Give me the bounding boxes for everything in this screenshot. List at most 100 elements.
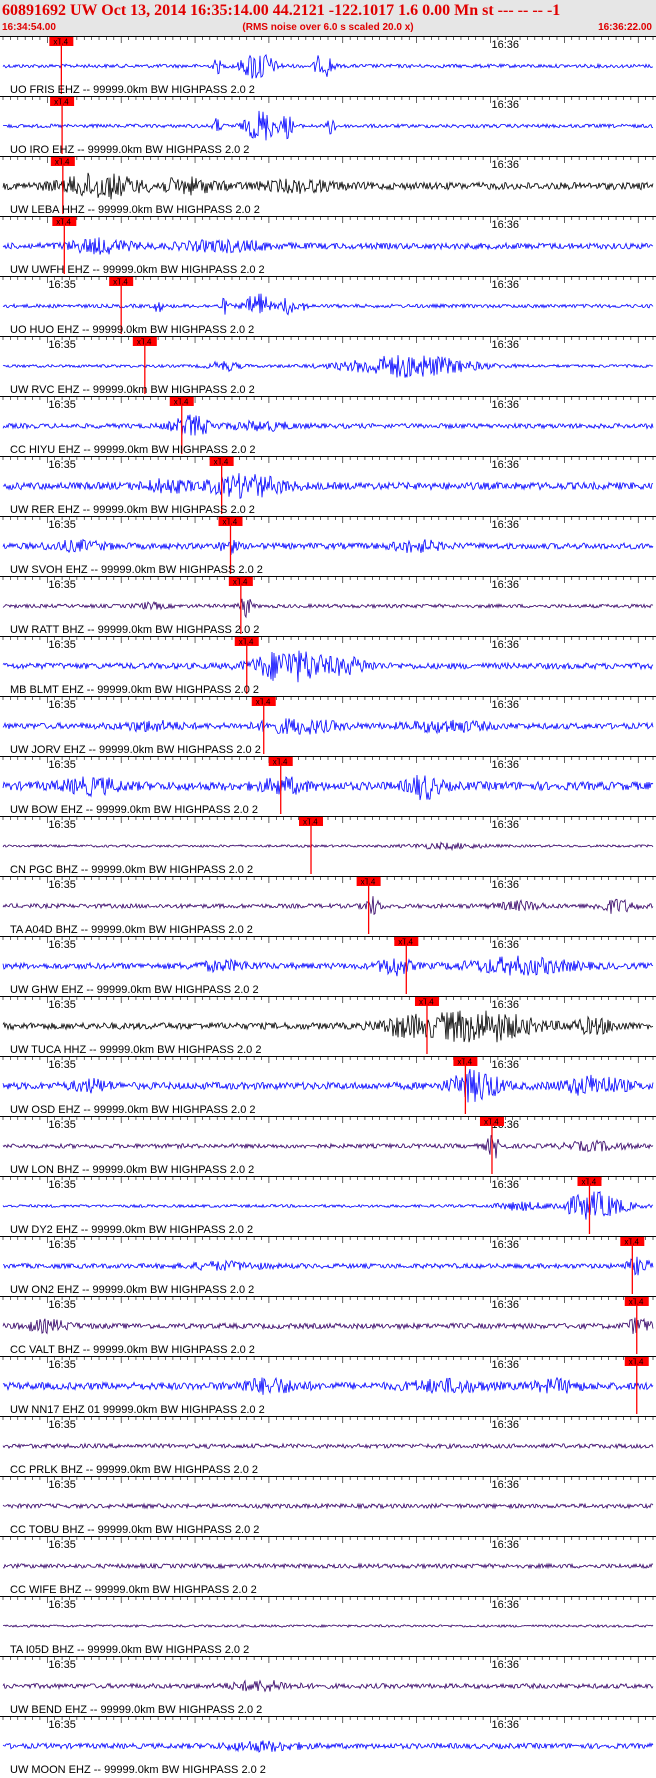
waveform-trace	[2, 1679, 654, 1693]
station-label: UW LON BHZ -- 99999.0km BW HIGHPASS 2.0 …	[10, 1164, 254, 1176]
waveform-trace	[2, 54, 653, 79]
waveform-trace	[2, 1069, 654, 1103]
minute-label: 16:36	[492, 1179, 520, 1191]
minute-label: 16:35	[48, 1299, 76, 1311]
minute-label: 16:36	[492, 399, 520, 411]
minute-label: 16:35	[48, 1179, 76, 1191]
waveform-trace	[2, 1740, 654, 1753]
trace-row: 16:36xT.4UO FRIS EHZ -- 99999.0km BW HIG…	[0, 36, 656, 96]
trace-row: 16:35 16:36 xT.4UW NN17 EHZ 01 99999.0km B…	[0, 1356, 656, 1416]
station-label: UW BEND EHZ -- 99999.0km BW HIGHPASS 2.0…	[10, 1704, 262, 1716]
station-label: TA A04D BHZ -- 99999.0km BW HIGHPASS 2.0…	[10, 924, 253, 936]
station-label: UW TUCA HHZ -- 99999.0km BW HIGHPASS 2.0…	[10, 1044, 261, 1056]
waveform-trace	[2, 1317, 654, 1335]
minute-label: 16:35	[48, 1059, 76, 1071]
minute-label: 16:35	[48, 999, 76, 1011]
minute-label: 16:35	[48, 819, 76, 831]
scaling-subtitle: (RMS noise over 6.0 s scaled 20.0 x)	[242, 22, 414, 33]
minute-label: 16:35	[48, 1659, 76, 1671]
station-label: CC HIYU EHZ -- 99999.0km BW HIGHPASS 2.0…	[10, 444, 256, 456]
trace-row: 16:35 16:36xT.4TA A04D BHZ -- 99999.0km B…	[0, 876, 656, 936]
minute-label: 16:36	[492, 1599, 520, 1611]
trace-row: 16:35 16:36xT.4MB BLMT EHZ -- 99999.0km B…	[0, 636, 656, 696]
waveform-trace	[2, 1010, 654, 1043]
trace-row: 16:35 16:36 UW MOON EHZ -- 99999.0km BW HI…	[0, 1716, 656, 1776]
minute-label: 16:35	[48, 579, 76, 591]
station-label: UO FRIS EHZ -- 99999.0km BW HIGHPASS 2.0…	[10, 84, 255, 96]
end-time-label: 16:36:22.00	[598, 22, 652, 33]
waveform-trace	[2, 841, 654, 852]
trace-row: 16:35 16:36xT.4UW JORV EHZ -- 99999.0km B…	[0, 696, 656, 756]
station-label: CC PRLK BHZ -- 99999.0km BW HIGHPASS 2.0…	[10, 1464, 258, 1476]
minute-label: 16:36	[492, 219, 520, 231]
minute-label: 16:36	[492, 1299, 520, 1311]
trace-row: 16:35 16:36 CC PRLK BHZ -- 99999.0km BW HI…	[0, 1416, 656, 1476]
minute-label: 16:36	[492, 519, 520, 531]
waveform-trace	[2, 473, 654, 499]
minute-label: 16:36	[492, 1419, 520, 1431]
waveform-trace	[2, 1256, 654, 1276]
trace-row: 16:35 16:36xT.4UW BOW EHZ -- 99999.0km BW…	[0, 756, 656, 816]
minute-label: 16:35	[48, 1539, 76, 1551]
minute-label: 16:36	[492, 339, 520, 351]
waveform-trace	[2, 538, 654, 556]
waveform-trace	[2, 1190, 654, 1220]
waveform-trace	[2, 355, 654, 378]
minute-label: 16:36	[492, 939, 520, 951]
minute-label: 16:35	[48, 639, 76, 651]
station-label: CC TOBU BHZ -- 99999.0km BW HIGHPASS 2.0…	[10, 1524, 259, 1536]
minute-label: 16:35	[48, 759, 76, 771]
station-label: UW GHW EHZ -- 99999.0km BW HIGHPASS 2.0 …	[10, 984, 259, 996]
minute-label: 16:35	[48, 399, 76, 411]
station-label: UW UWFH EHZ -- 99999.0km BW HIGHPASS 2.0…	[10, 264, 265, 276]
trace-row: 16:35 16:36xT.4UW OSD EHZ -- 99999.0km BW…	[0, 1056, 656, 1116]
minute-label: 16:36	[492, 1239, 520, 1251]
minute-label: 16:35	[48, 1719, 76, 1731]
station-label: UW RATT BHZ -- 99999.0km BW HIGHPASS 2.0…	[10, 624, 259, 636]
station-label: UW OSD EHZ -- 99999.0km BW HIGHPASS 2.0 …	[10, 1104, 256, 1116]
waveform-trace	[2, 237, 654, 255]
trace-row: 16:35 16:36 xT.4UW DY2 EHZ -- 99999.0km BW…	[0, 1176, 656, 1236]
minute-label: 16:35	[48, 279, 76, 291]
trace-row: 16:35 16:36 TA I05D BHZ -- 99999.0km BW HI…	[0, 1596, 656, 1656]
minute-label: 16:36	[492, 579, 520, 591]
minute-label: 16:35	[48, 1599, 76, 1611]
minute-label: 16:35	[48, 1359, 76, 1371]
waveform-trace	[2, 1376, 654, 1395]
trace-row: 16:35 16:36xT.4UW LON BHZ -- 99999.0km BW…	[0, 1116, 656, 1176]
waveform-trace	[2, 414, 654, 436]
waveform-trace	[2, 955, 654, 977]
station-label: UO IRO EHZ -- 99999.0km BW HIGHPASS 2.0 …	[10, 144, 249, 156]
trace-row: 16:35 16:36 CC WIFE BHZ -- 99999.0km BW HI…	[0, 1536, 656, 1596]
trace-row: 16:35 16:36xT.4UW GHW EHZ -- 99999.0km BW…	[0, 936, 656, 996]
station-label: UW DY2 EHZ -- 99999.0km BW HIGHPASS 2.0 …	[10, 1224, 253, 1236]
waveform-trace	[2, 172, 654, 200]
minute-label: 16:36	[492, 759, 520, 771]
minute-label: 16:36	[492, 1659, 520, 1671]
waveform-trace	[2, 293, 654, 316]
trace-row: 16:35 16:36 xT.4UW ON2 EHZ -- 99999.0km BW…	[0, 1236, 656, 1296]
trace-row: 16:35 16:36 CC TOBU BHZ -- 99999.0km BW HI…	[0, 1476, 656, 1536]
station-label: CC VALT BHZ -- 99999.0km BW HIGHPASS 2.0…	[10, 1344, 255, 1356]
minute-label: 16:35	[48, 1239, 76, 1251]
waveform-trace	[3, 110, 654, 141]
station-label: UW RER EHZ -- 99999.0km BW HIGHPASS 2.0 …	[10, 504, 255, 516]
minute-label: 16:36	[492, 1059, 520, 1071]
station-label: TA I05D BHZ -- 99999.0km BW HIGHPASS 2.0…	[10, 1644, 249, 1656]
station-label: CN PGC BHZ -- 99999.0km BW HIGHPASS 2.0 …	[10, 864, 253, 876]
minute-label: 16:36	[492, 459, 520, 471]
minute-label: 16:36	[492, 819, 520, 831]
minute-label: 16:35	[48, 1479, 76, 1491]
minute-label: 16:35	[48, 1119, 76, 1131]
trace-row: 16:35 16:36xT.4UW RATT BHZ -- 99999.0km B…	[0, 576, 656, 636]
waveform-trace	[3, 1623, 654, 1629]
waveform-trace	[2, 598, 654, 619]
trace-row: 16:35 16:36xT.4UW RER EHZ -- 99999.0km BW…	[0, 456, 656, 516]
minute-label: 16:36	[492, 1479, 520, 1491]
minute-label: 16:35	[48, 879, 76, 891]
station-label: UW MOON EHZ -- 99999.0km BW HIGHPASS 2.0…	[10, 1764, 266, 1776]
station-label: UW NN17 EHZ 01 99999.0km BW HIGHPASS 2.0…	[10, 1404, 265, 1416]
waveform-trace	[2, 1562, 654, 1570]
trace-row: 16:35 16:36 UW BEND EHZ -- 99999.0km BW HI…	[0, 1656, 656, 1716]
station-label: UW JORV EHZ -- 99999.0km BW HIGHPASS 2.0…	[10, 744, 261, 756]
